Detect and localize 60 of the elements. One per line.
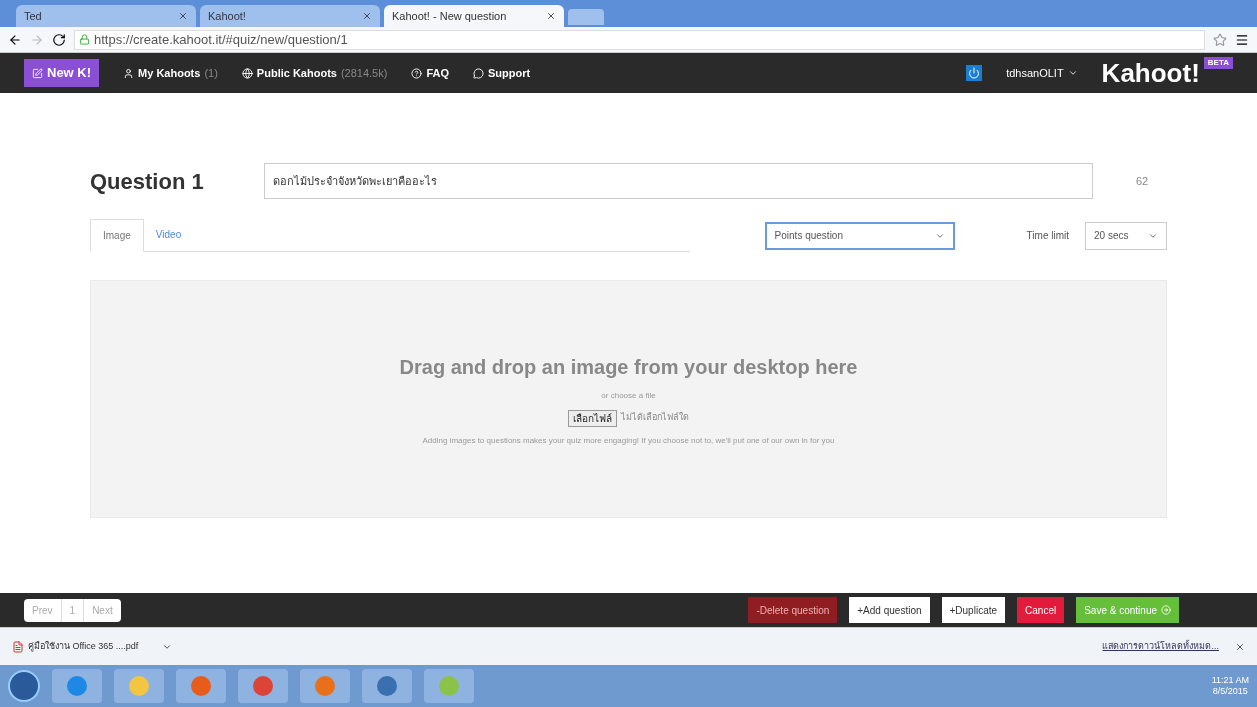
page-number: 1 bbox=[60, 598, 85, 622]
help-icon bbox=[411, 67, 423, 79]
dropzone-subtitle: or choose a file bbox=[601, 389, 656, 402]
menu-icon[interactable] bbox=[1235, 32, 1249, 47]
action-button[interactable]: Cancel bbox=[1017, 597, 1065, 623]
close-icon[interactable] bbox=[1235, 641, 1245, 652]
back-icon[interactable] bbox=[8, 32, 22, 47]
browser-tab[interactable]: Kahoot! bbox=[200, 5, 380, 27]
choose-file-button[interactable]: เลือกไฟล์ bbox=[568, 409, 617, 427]
file-status: ไม่ได้เลือกไฟล์ใด bbox=[621, 411, 689, 425]
download-item[interactable]: คู่มือใช้งาน Office 365 ....pdf bbox=[28, 639, 139, 654]
browser-tab[interactable]: Kahoot! - New question bbox=[384, 5, 564, 27]
close-icon[interactable] bbox=[362, 11, 372, 21]
action-button[interactable]: -Delete question bbox=[748, 597, 838, 623]
lock-icon bbox=[79, 34, 90, 45]
clock-date: 8/5/2015 bbox=[1212, 686, 1248, 698]
taskbar-app-icon[interactable] bbox=[238, 669, 288, 703]
question-heading: Question 1 bbox=[90, 167, 205, 196]
pdf-icon bbox=[12, 640, 24, 653]
logo: Kahoot! bbox=[1101, 56, 1200, 90]
user-icon bbox=[123, 67, 135, 79]
time-limit-select[interactable]: 20 secs bbox=[1085, 221, 1167, 250]
nav-link[interactable]: Support bbox=[473, 64, 531, 82]
pencil-icon bbox=[32, 67, 43, 79]
action-button[interactable]: +Add question bbox=[849, 597, 930, 623]
character-count: 62 bbox=[1134, 173, 1150, 189]
taskbar-app-icon[interactable] bbox=[362, 669, 412, 703]
power-icon[interactable] bbox=[966, 65, 983, 81]
globe-icon bbox=[241, 67, 253, 79]
user-menu[interactable]: tdhsanOLIT bbox=[1006, 64, 1078, 82]
taskbar-app-icon[interactable] bbox=[176, 669, 226, 703]
address-field[interactable]: https://create.kahoot.it/#quiz/new/question/1 bbox=[74, 29, 1205, 50]
taskbar-app-icon[interactable] bbox=[114, 669, 164, 703]
nav-link[interactable]: My Kahoots (1) bbox=[123, 64, 218, 82]
start-button[interactable] bbox=[8, 670, 40, 702]
show-all-downloads-link[interactable]: แสดงการดาวน์โหลดทั้งหมด... bbox=[1102, 639, 1219, 654]
time-limit-label: Time limit bbox=[1026, 229, 1069, 243]
action-button[interactable]: +Duplicate bbox=[941, 597, 1006, 623]
reload-icon[interactable] bbox=[52, 32, 66, 47]
nav-link[interactable]: Public Kahoots (2814.5k) bbox=[241, 64, 388, 82]
taskbar-app-icon[interactable] bbox=[52, 669, 102, 703]
dropzone-hint: Adding images to questions makes your quiz more engaging! If you choose not to, we'll put one of our own in for you bbox=[422, 434, 835, 447]
nav-link[interactable]: FAQ bbox=[411, 64, 450, 82]
taskbar-app-icon[interactable] bbox=[300, 669, 350, 703]
media-tab[interactable]: Video bbox=[143, 219, 194, 251]
beta-badge: BETA bbox=[1203, 57, 1233, 69]
clock-time: 11:21 AM bbox=[1211, 674, 1249, 686]
forward-icon[interactable] bbox=[30, 32, 44, 47]
dropzone-title: Drag and drop an image from your desktop here bbox=[399, 354, 858, 380]
star-icon[interactable] bbox=[1213, 32, 1227, 47]
caret-icon bbox=[1067, 68, 1078, 78]
question-type-select[interactable]: Points question bbox=[764, 221, 955, 250]
close-icon[interactable] bbox=[178, 11, 188, 21]
new-kahoot-button[interactable]: New K! bbox=[24, 59, 100, 87]
speech-bubble-icon bbox=[473, 67, 485, 79]
question-field[interactable]: ดอกไม้ประจำจังหวัดพะเยาคืออะไร bbox=[264, 163, 1093, 199]
close-icon[interactable] bbox=[546, 11, 556, 21]
browser-tab[interactable]: Ted bbox=[16, 5, 196, 27]
media-tab[interactable]: Image bbox=[90, 219, 144, 252]
arrow-circle-icon bbox=[1161, 605, 1171, 615]
